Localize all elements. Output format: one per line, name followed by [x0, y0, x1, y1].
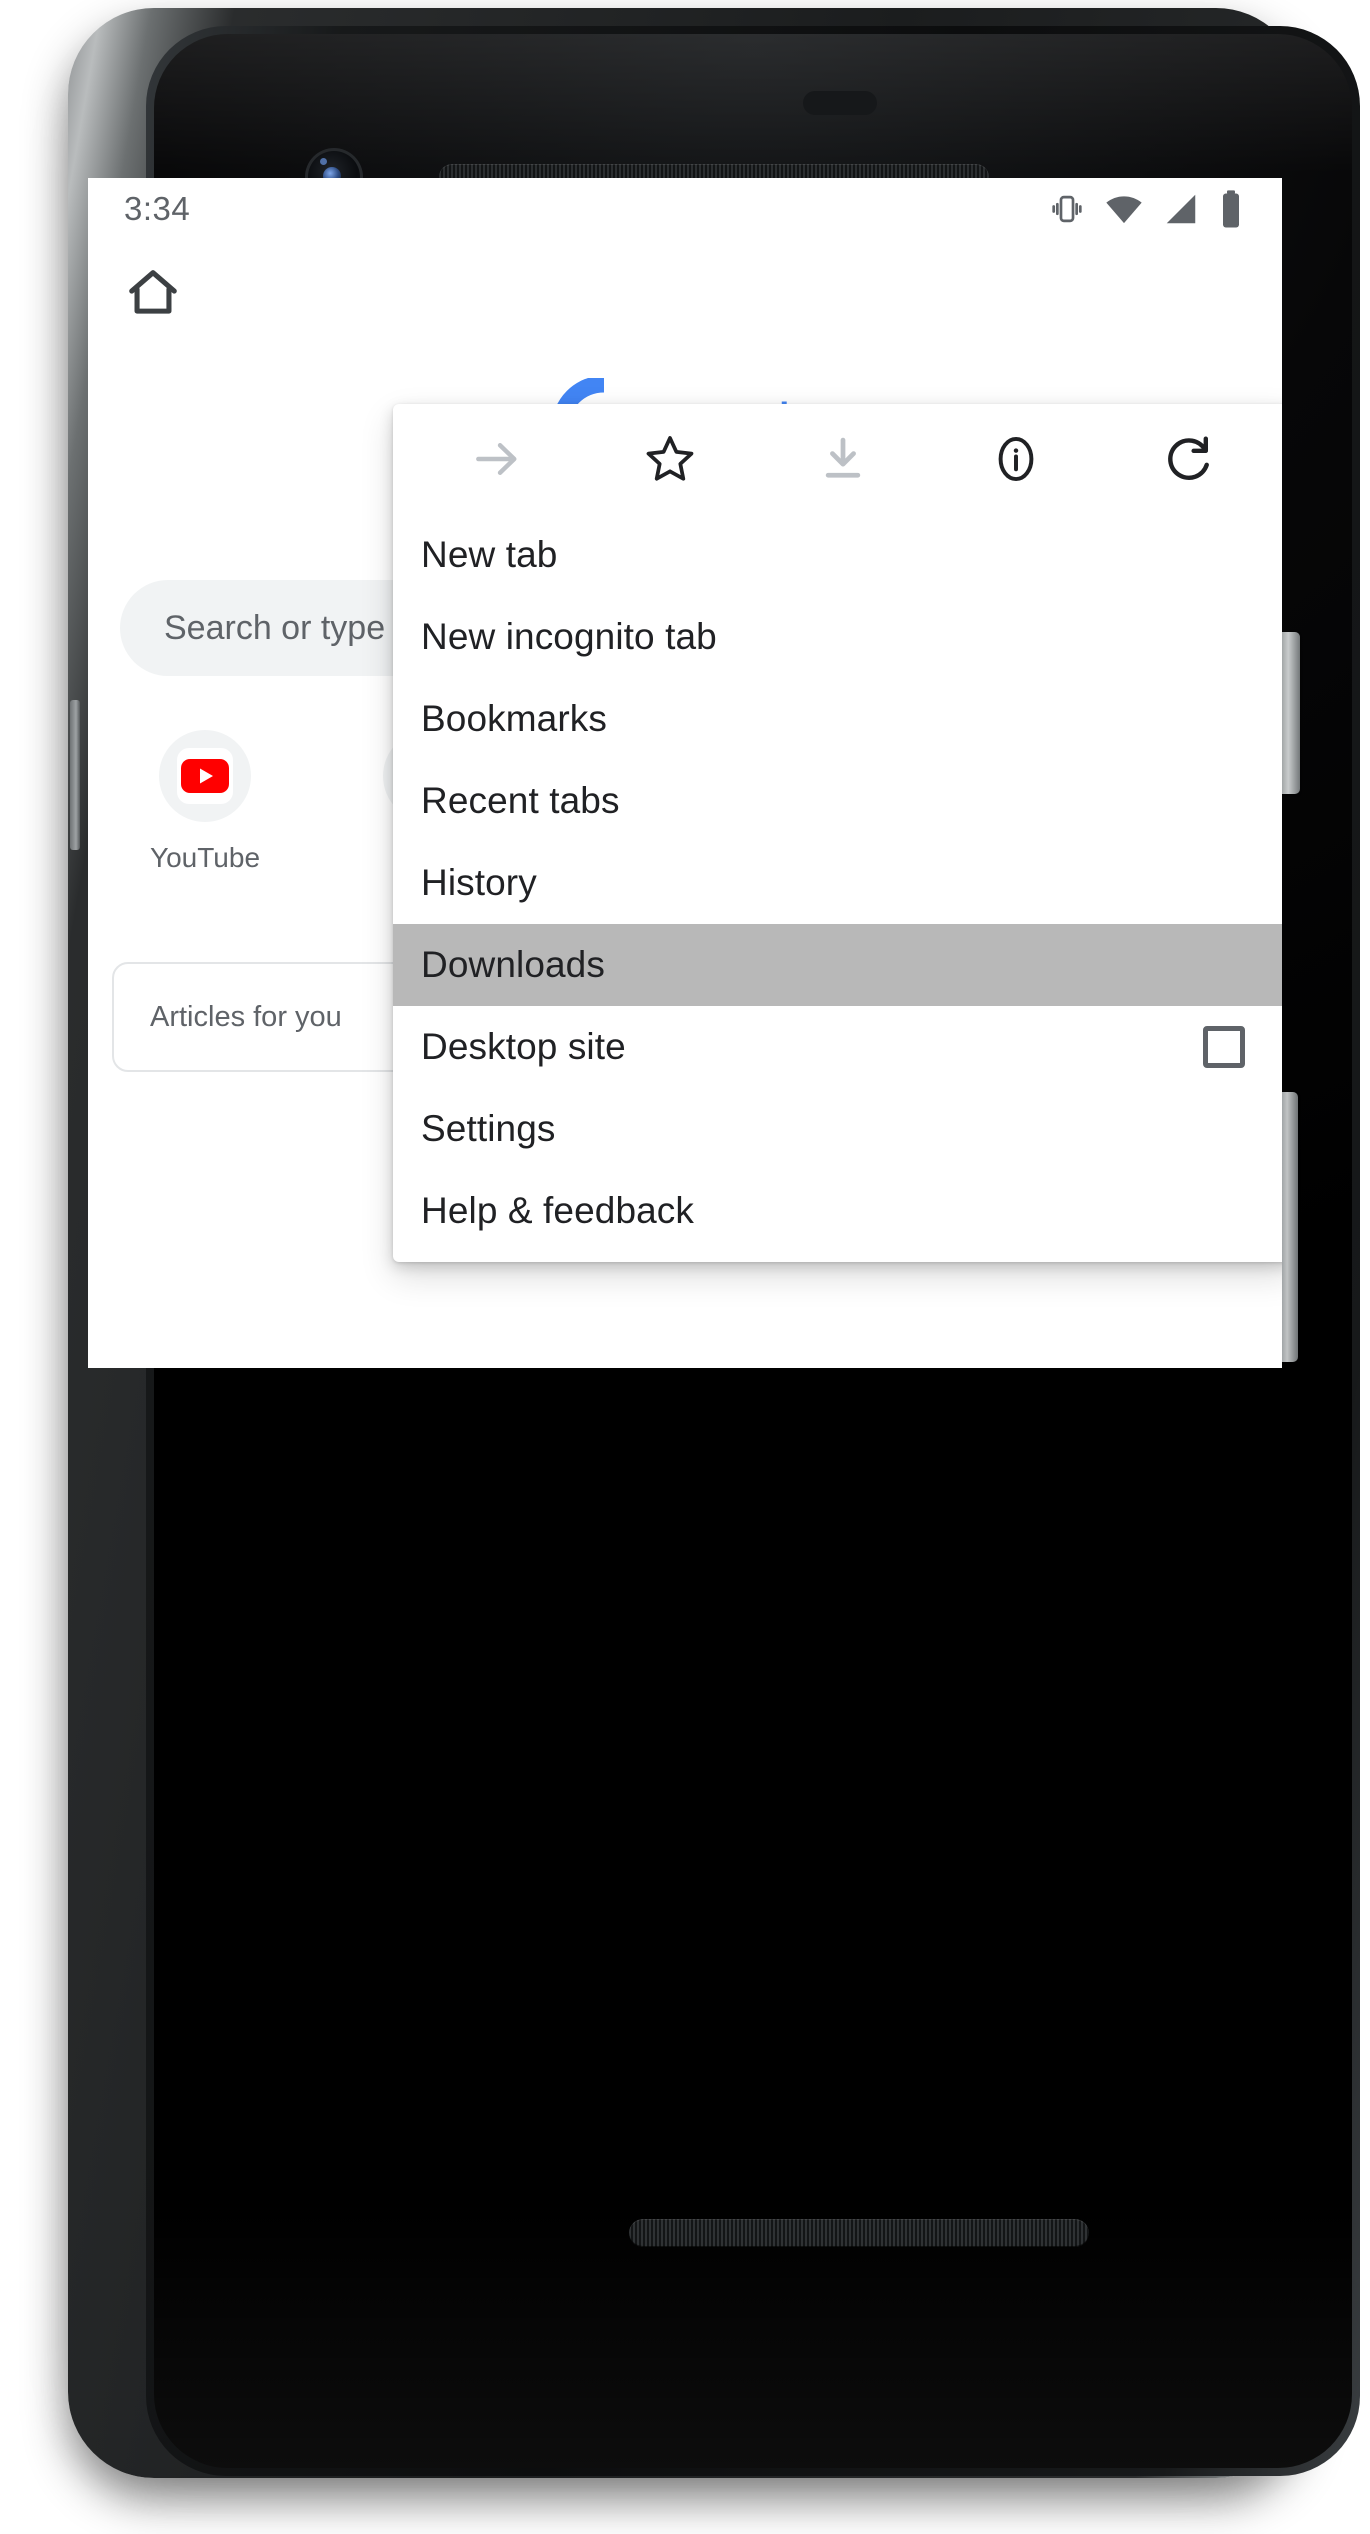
- menu-item-label: Recent tabs: [421, 780, 620, 821]
- articles-for-you-label: Articles for you: [150, 1000, 342, 1033]
- vibrate-icon: [1048, 190, 1086, 228]
- cellular-signal-icon: [1162, 190, 1200, 228]
- app-menu-icon-row: [393, 404, 1282, 514]
- status-bar: 3:34: [88, 178, 1282, 240]
- menu-item-label: Desktop site: [421, 1026, 626, 1067]
- page-info-icon[interactable]: [968, 411, 1064, 507]
- menu-item-history[interactable]: History: [393, 842, 1282, 924]
- menu-item-downloads[interactable]: Downloads: [393, 924, 1282, 1006]
- glass-sheen-bottom: [154, 2208, 1352, 2468]
- status-bar-icons: [1048, 189, 1244, 229]
- menu-item-desktop-site[interactable]: Desktop site: [393, 1006, 1282, 1088]
- download-icon[interactable]: [795, 411, 891, 507]
- tile-icon-container: [159, 730, 251, 822]
- menu-item-help-and-feedback[interactable]: Help & feedback: [393, 1170, 1282, 1252]
- battery-icon: [1218, 189, 1244, 229]
- menu-item-settings[interactable]: Settings: [393, 1088, 1282, 1170]
- chrome-app-menu: New tab New incognito tab Bookmarks Rece…: [393, 404, 1282, 1262]
- menu-item-label: Settings: [421, 1108, 556, 1149]
- screenshot-root: 3:34 Search or type web address YouTube …: [0, 0, 1370, 2534]
- menu-item-label: Bookmarks: [421, 698, 607, 739]
- menu-item-label: Help & feedback: [421, 1190, 695, 1231]
- browser-toolbar: [88, 240, 1282, 350]
- status-bar-clock: 3:34: [124, 190, 191, 227]
- tile-youtube[interactable]: YouTube: [120, 730, 290, 874]
- star-icon[interactable]: [622, 411, 718, 507]
- tile-label: YouTube: [149, 842, 261, 873]
- menu-item-new-tab[interactable]: New tab: [393, 514, 1282, 596]
- bottom-speaker-icon: [629, 2219, 1089, 2247]
- sim-tray: [70, 700, 80, 850]
- menu-item-bookmarks[interactable]: Bookmarks: [393, 678, 1282, 760]
- menu-item-label: New incognito tab: [421, 616, 717, 657]
- app-menu-item-list: New tab New incognito tab Bookmarks Rece…: [393, 514, 1282, 1262]
- proximity-sensor-icon: [803, 91, 877, 115]
- desktop-site-checkbox[interactable]: [1203, 1026, 1245, 1068]
- menu-item-label: New tab: [421, 534, 558, 575]
- forward-arrow-icon[interactable]: [449, 411, 545, 507]
- menu-item-label: Downloads: [421, 944, 605, 985]
- wifi-icon: [1104, 189, 1144, 229]
- menu-item-new-incognito-tab[interactable]: New incognito tab: [393, 596, 1282, 678]
- menu-item-label: History: [421, 862, 537, 903]
- phone-screen: 3:34 Search or type web address YouTube …: [88, 178, 1282, 1368]
- reload-icon[interactable]: [1141, 411, 1237, 507]
- menu-item-recent-tabs[interactable]: Recent tabs: [393, 760, 1282, 842]
- home-icon[interactable]: [124, 264, 182, 327]
- youtube-icon: [177, 748, 233, 804]
